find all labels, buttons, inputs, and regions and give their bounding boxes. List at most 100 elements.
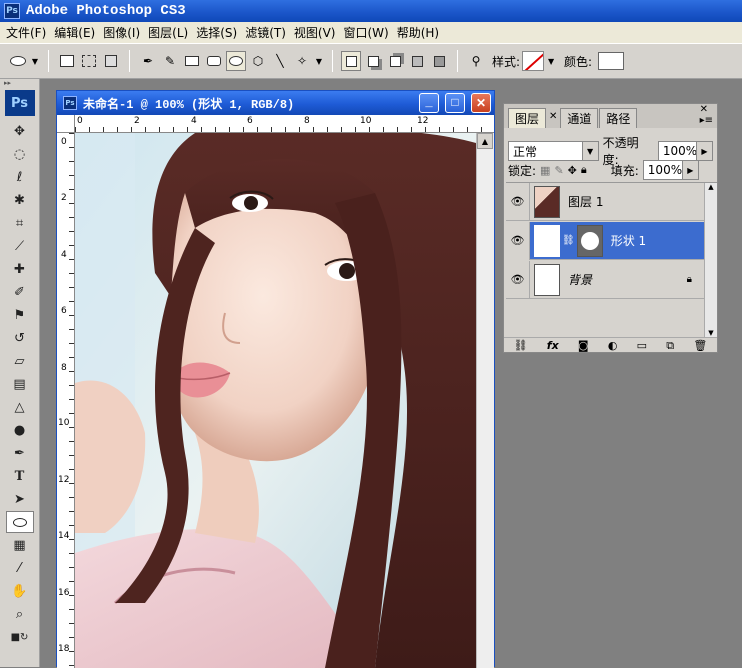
scroll-up-icon[interactable]: ▲ [705, 183, 717, 191]
scroll-down-icon[interactable]: ▼ [705, 329, 717, 337]
shape-layers-icon[interactable] [57, 51, 77, 71]
fill-pixels-icon[interactable] [101, 51, 121, 71]
crop-tool-icon[interactable]: ⌗ [6, 212, 34, 234]
intersect-shape-icon[interactable] [407, 51, 427, 71]
rounded-rectangle-shape-icon[interactable] [204, 51, 224, 71]
close-button[interactable]: ✕ [471, 93, 491, 113]
visibility-eye-icon[interactable]: 👁︎ [506, 182, 530, 221]
add-to-shape-icon[interactable] [363, 51, 383, 71]
menu-edit[interactable]: 编辑(E) [52, 24, 101, 41]
brush-tool-icon[interactable]: ✐ [6, 281, 34, 303]
type-tool-icon[interactable]: T [6, 465, 34, 487]
eraser-tool-icon[interactable]: ▱ [6, 350, 34, 372]
link-icon[interactable]: ⚲ [466, 51, 486, 71]
minimize-button[interactable]: _ [419, 93, 439, 113]
ruler-top-label: 12 [417, 116, 429, 126]
blend-mode-select[interactable]: 正常 ▼ [508, 141, 599, 161]
move-tool-icon[interactable]: ✥ [6, 120, 34, 142]
custom-shape-icon[interactable]: ✧ [292, 51, 312, 71]
pen-tool-icon[interactable]: ✒ [6, 442, 34, 464]
subtract-shape-icon[interactable] [385, 51, 405, 71]
healing-brush-tool-icon[interactable]: ✚ [6, 258, 34, 280]
rectangle-shape-icon[interactable] [182, 51, 202, 71]
adjustment-layer-icon[interactable]: ◐ [608, 339, 618, 352]
document-title-bar[interactable]: Ps 未命名-1 @ 100% (形状 1, RGB/8) _ □ ✕ [57, 91, 494, 115]
vector-mask-thumbnail [576, 224, 603, 257]
add-mask-icon[interactable]: ◙ [578, 339, 589, 352]
lock-transparent-icon[interactable]: ▦ [540, 164, 550, 177]
vertical-scrollbar[interactable]: ▲ [476, 133, 494, 668]
freeform-pen-icon[interactable]: ✎ [160, 51, 180, 71]
polygon-shape-icon[interactable]: ⬡ [248, 51, 268, 71]
pen-tool-icon[interactable]: ✒ [138, 51, 158, 71]
blur-tool-icon[interactable]: △ [6, 396, 34, 418]
ellipse-shape-icon[interactable] [226, 51, 246, 71]
menu-select[interactable]: 选择(S) [194, 24, 243, 41]
menu-image[interactable]: 图像(I) [101, 24, 146, 41]
zoom-tool-icon[interactable]: ⌕ [6, 603, 34, 625]
swap-colors-icon[interactable]: ■↻ [6, 626, 34, 648]
style-swatch[interactable] [522, 51, 545, 71]
style-dropdown-icon[interactable]: ▼ [546, 51, 556, 71]
link-layers-icon[interactable]: ⛓ [514, 339, 528, 352]
ellipse-tool-icon[interactable] [5, 511, 34, 533]
paths-icon[interactable] [79, 51, 99, 71]
lock-all-icon[interactable]: 🔒︎ [581, 163, 587, 177]
style-label: 样式: [492, 54, 521, 69]
dodge-tool-icon[interactable]: ● [6, 419, 34, 441]
ruler-corner[interactable] [57, 115, 75, 133]
photoshop-toolbox-logo-icon[interactable]: Ps [4, 90, 35, 116]
slice-tool-icon[interactable]: ⟋ [6, 235, 34, 257]
tab-channels[interactable]: 通道 [560, 108, 599, 128]
fill-value: 100% [647, 163, 683, 177]
trash-icon[interactable]: 🗑︎ [693, 339, 707, 352]
new-shape-layer-icon[interactable] [341, 51, 361, 71]
toolbox-collapse-icon[interactable]: ▸▸ [0, 79, 39, 87]
new-layer-icon[interactable]: ⧉ [666, 339, 674, 353]
color-swatch[interactable] [598, 52, 625, 70]
path-selection-tool-icon[interactable]: ➤ [6, 488, 34, 510]
shape-dropdown-icon[interactable]: ▼ [314, 51, 324, 71]
maximize-button[interactable]: □ [445, 93, 465, 113]
menu-file[interactable]: 文件(F) [4, 24, 52, 41]
lock-image-icon[interactable]: ✎ [554, 164, 563, 177]
tool-preset-ellipse-icon[interactable] [8, 51, 28, 71]
visibility-eye-icon[interactable]: 👁︎ [506, 221, 530, 260]
line-shape-icon[interactable]: ╲ [270, 51, 290, 71]
tab-paths[interactable]: 路径 [599, 108, 638, 128]
hand-tool-icon[interactable]: ✋ [6, 580, 34, 602]
layers-scrollbar[interactable]: ▲ ▼ [704, 183, 717, 337]
eyedropper-tool-icon[interactable]: ⁄ [6, 557, 34, 579]
layer-row-selected[interactable]: 👁︎ ⛓ 形状 1 [506, 221, 704, 260]
menu-view[interactable]: 视图(V) [292, 24, 342, 41]
magic-wand-tool-icon[interactable]: ✱ [6, 189, 34, 211]
opacity-field[interactable]: 100% ▶ [657, 141, 713, 161]
preset-dropdown-icon[interactable]: ▼ [30, 51, 40, 71]
document-canvas[interactable] [75, 133, 476, 668]
chevron-right-icon: ▶ [696, 142, 712, 160]
panel-menu-icon[interactable]: ✕ ▸≡ [700, 104, 717, 126]
exclude-shape-icon[interactable] [429, 51, 449, 71]
menu-window[interactable]: 窗口(W) [341, 24, 394, 41]
layer-row[interactable]: 👁︎ 背景 🔒︎ [506, 260, 704, 299]
new-group-icon[interactable]: ▭ [637, 339, 647, 352]
layer-row[interactable]: 👁︎ 图层 1 [506, 182, 704, 221]
notes-tool-icon[interactable]: ▦ [6, 534, 34, 556]
visibility-eye-icon[interactable]: 👁︎ [506, 260, 530, 299]
lock-position-icon[interactable]: ✥ [568, 164, 577, 177]
menu-filter[interactable]: 滤镜(T) [243, 24, 292, 41]
photoshop-logo-icon: Ps [4, 3, 20, 19]
history-brush-tool-icon[interactable]: ↺ [6, 327, 34, 349]
lasso-tool-icon[interactable]: ℓ [6, 166, 34, 188]
scroll-up-icon[interactable]: ▲ [477, 133, 493, 149]
gradient-tool-icon[interactable]: ▤ [6, 373, 34, 395]
menu-help[interactable]: 帮助(H) [395, 24, 445, 41]
tab-close-icon[interactable]: ✕ [549, 111, 557, 122]
fill-field[interactable]: 100% ▶ [642, 160, 699, 180]
menu-layer[interactable]: 图层(L) [146, 24, 194, 41]
tab-layers[interactable]: 图层 [508, 108, 547, 128]
marquee-tool-icon[interactable]: ◌ [6, 143, 34, 165]
fx-icon[interactable]: fx [547, 339, 559, 352]
chain-link-icon[interactable]: ⛓ [562, 235, 575, 246]
clone-stamp-tool-icon[interactable]: ⚑ [6, 304, 34, 326]
